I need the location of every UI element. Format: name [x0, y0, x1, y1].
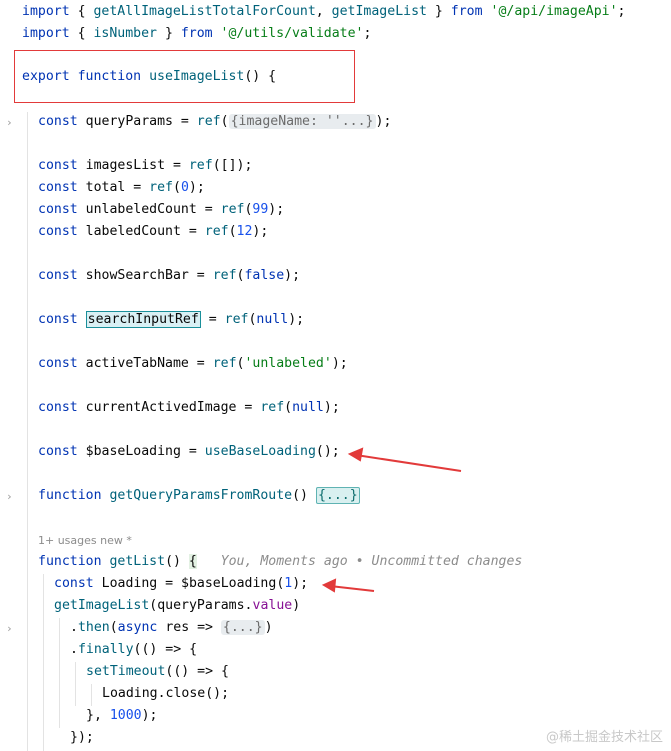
annotation-arrows [321, 447, 462, 593]
code-editor[interactable]: import { getAllImageListTotalForCount, g… [0, 0, 671, 751]
red-arrow-base-loading [347, 447, 462, 472]
watermark: @稀土掘金技术社区 [545, 730, 663, 745]
red-arrow-loading [321, 578, 375, 593]
